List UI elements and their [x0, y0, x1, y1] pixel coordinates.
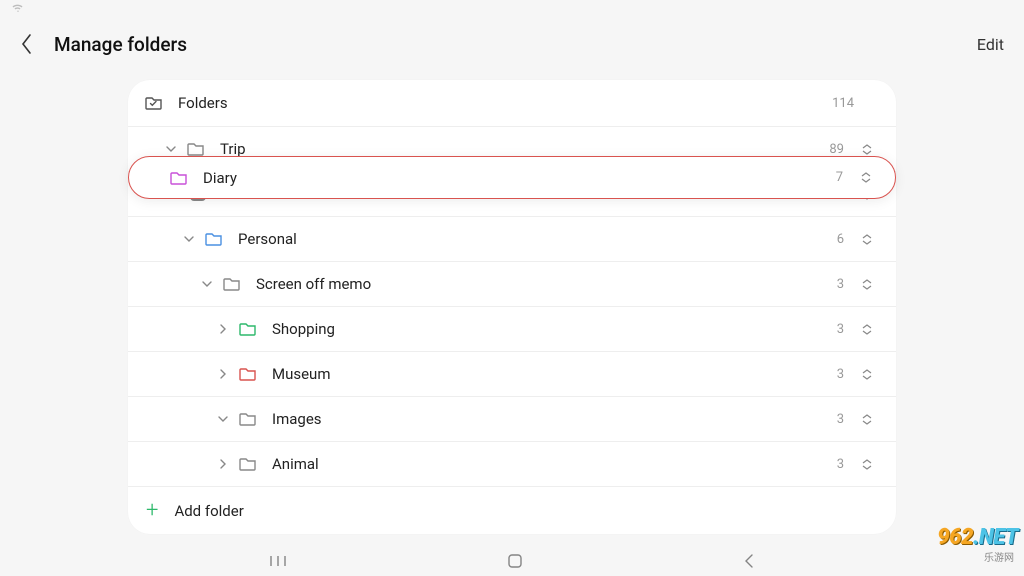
- nav-back-button[interactable]: [743, 553, 755, 569]
- folder-label: Shopping: [272, 320, 837, 338]
- chevron-right-icon[interactable]: [214, 459, 232, 469]
- folder-count: 3: [837, 277, 844, 292]
- reorder-handle[interactable]: [862, 414, 872, 425]
- folder-count: 89: [829, 142, 844, 157]
- page-title: Manage folders: [54, 33, 187, 56]
- folder-count: 7: [836, 170, 843, 185]
- folder-icon: [238, 412, 258, 426]
- folder-label: Folders: [178, 94, 832, 112]
- folder-row-shopping[interactable]: Shopping 3: [128, 306, 896, 351]
- folder-count: 3: [837, 367, 844, 382]
- folder-icon: [222, 277, 242, 291]
- chevron-down-icon[interactable]: [198, 281, 216, 288]
- plus-icon: +: [146, 498, 158, 523]
- nav-home-button[interactable]: [507, 553, 523, 569]
- folder-count: 114: [832, 96, 854, 111]
- chevron-right-icon[interactable]: [214, 324, 232, 334]
- edit-button[interactable]: Edit: [973, 29, 1008, 60]
- dragging-folder-diary[interactable]: Diary 7: [128, 156, 896, 199]
- chevron-right-icon[interactable]: [214, 369, 232, 379]
- folder-count: 3: [837, 412, 844, 427]
- reorder-handle[interactable]: [862, 369, 872, 380]
- watermark-logo: 962.NET: [937, 524, 1018, 550]
- reorder-handle[interactable]: [862, 144, 872, 155]
- folder-row-screenoff[interactable]: Screen off memo 3: [128, 261, 896, 306]
- watermark-text: 乐游网: [984, 549, 1014, 564]
- folder-label: Personal: [238, 230, 837, 248]
- chevron-down-icon[interactable]: [180, 236, 198, 243]
- folder-label: Diary: [203, 169, 836, 187]
- reorder-handle[interactable]: [862, 234, 872, 245]
- folder-root-icon: [144, 96, 164, 110]
- folder-label: Images: [272, 410, 837, 428]
- folder-icon: [169, 171, 189, 185]
- folder-icon: [238, 457, 258, 471]
- folder-label: Screen off memo: [256, 275, 837, 293]
- add-folder-button[interactable]: + Add folder: [128, 486, 896, 534]
- folder-list-card: Folders 114 Trip 89 7 Personal 6 Screen …: [128, 80, 896, 534]
- folder-row-personal[interactable]: Personal 6: [128, 216, 896, 261]
- reorder-handle[interactable]: [861, 172, 871, 183]
- reorder-handle[interactable]: [862, 279, 872, 290]
- folder-icon: [204, 232, 224, 246]
- add-folder-label: Add folder: [174, 502, 243, 520]
- status-bar: [0, 0, 1024, 16]
- folder-row-images[interactable]: Images 3: [128, 396, 896, 441]
- folder-icon: [238, 367, 258, 381]
- app-header: Manage folders Edit: [0, 16, 1024, 72]
- back-button[interactable]: [16, 29, 38, 59]
- chevron-down-icon[interactable]: [214, 416, 232, 423]
- folder-count: 6: [837, 232, 844, 247]
- folder-row-museum[interactable]: Museum 3: [128, 351, 896, 396]
- chevron-down-icon[interactable]: [162, 146, 180, 153]
- folder-row-animal[interactable]: Animal 3: [128, 441, 896, 486]
- system-nav-bar: [0, 546, 1024, 576]
- folder-icon: [186, 142, 206, 156]
- folder-label: Museum: [272, 365, 837, 383]
- root-folder-row[interactable]: Folders 114: [128, 80, 896, 126]
- wifi-icon: [12, 2, 24, 14]
- folder-label: Animal: [272, 455, 837, 473]
- folder-count: 3: [837, 322, 844, 337]
- reorder-handle[interactable]: [862, 324, 872, 335]
- folder-count: 3: [837, 457, 844, 472]
- nav-recents-button[interactable]: [269, 554, 287, 568]
- reorder-handle[interactable]: [862, 459, 872, 470]
- folder-icon: [238, 322, 258, 336]
